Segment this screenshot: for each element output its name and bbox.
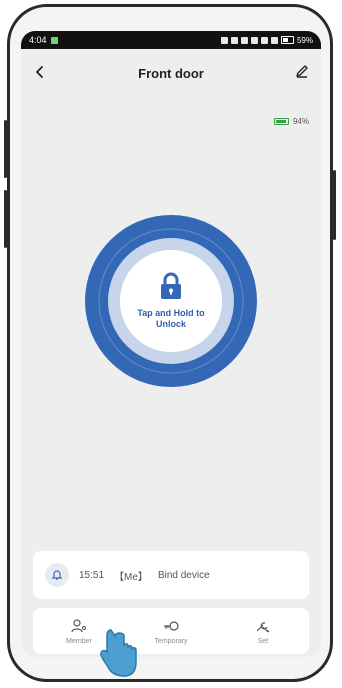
bell-icon-wrap [45,563,69,587]
nfc-icon [220,36,228,44]
status-bar: 4:04 59% [21,31,321,49]
page-title: Front door [138,65,204,81]
mute-icon [250,36,258,44]
bell-icon [51,570,63,580]
record-time: 15:51 [79,569,105,581]
app-screen: 4:04 59% Front door 94% Tap and Hold to … [21,31,321,657]
latest-record-card[interactable]: 15:51 【Me】 Bind device [33,551,309,599]
key-icon [164,620,179,631]
battery-percent-label: 94% [292,117,309,126]
settings-tools-icon [256,621,270,632]
screenshot-canvas: 4:04 59% Front door 94% Tap and Hold to … [0,0,342,688]
nav-set[interactable]: Set [228,618,298,645]
status-right: 59% [220,35,313,45]
alarm-icon [230,36,238,44]
unlock-button[interactable]: Tap and Hold to Unlock [120,250,222,352]
lock-battery-indicator: 94% [273,117,309,126]
record-user: 【Me】 [114,571,148,583]
pencil-icon[interactable] [293,62,311,80]
record-action: Bind device [157,569,210,581]
status-time: 4:04 [29,35,47,45]
nav-member-label: Member [66,637,92,645]
signal-icon [270,36,278,44]
chevron-left-icon[interactable] [31,63,49,81]
bottom-nav: Member Temporary Set [33,608,309,654]
battery-icon [273,118,289,125]
battery-fill [275,120,286,123]
nav-set-label: Set [257,637,269,645]
header: Front door [21,53,321,93]
nav-temporary[interactable]: Temporary [136,618,206,645]
phone-side-button [333,170,336,240]
wifi-icon [260,36,268,44]
lock-icon [161,272,181,299]
nav-temporary-label: Temporary [154,637,188,645]
status-left: 4:04 [29,35,58,45]
member-icon [71,618,86,632]
bluetooth-icon [240,36,248,44]
unlock-label: Tap and Hold to Unlock [137,308,205,329]
status-battery-icon [280,36,294,44]
nav-member[interactable]: Member [44,618,114,645]
notification-icon [50,36,58,44]
status-battery-percent: 59% [296,35,313,45]
unlock-control[interactable]: Tap and Hold to Unlock [82,212,260,390]
